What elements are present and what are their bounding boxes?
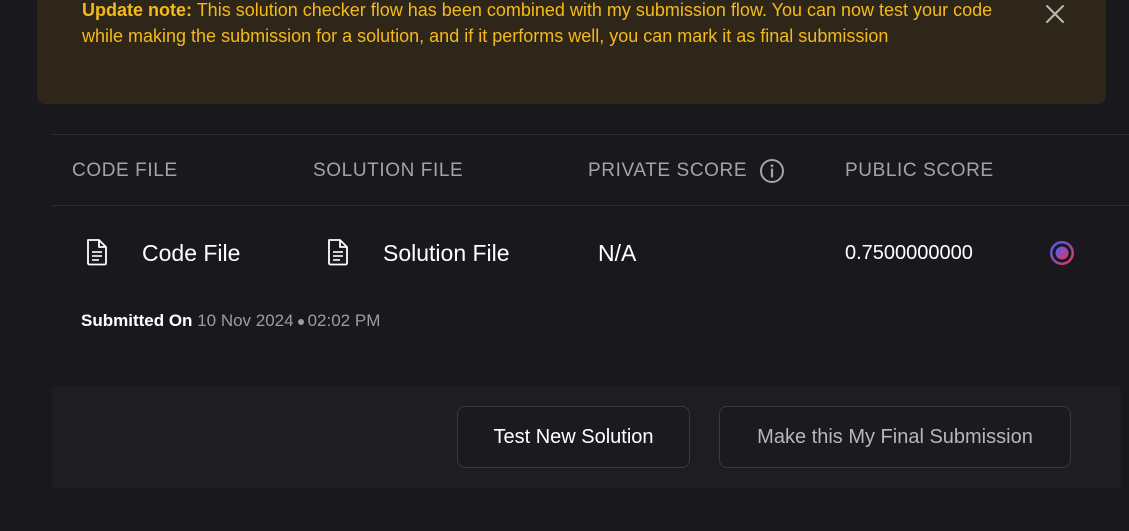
file-icon[interactable]: [324, 237, 352, 267]
submitted-on: Submitted On 10 Nov 2024 02:02 PM: [81, 310, 380, 332]
update-note-message: This solution checker flow has been comb…: [82, 0, 993, 46]
solution-file-link[interactable]: Solution File: [383, 239, 510, 267]
submission-table: CODE FILE SOLUTION FILE PRIVATE SCORE PU…: [52, 134, 1129, 356]
submission-page: Update note: This solution checker flow …: [0, 0, 1129, 531]
info-icon[interactable]: [759, 158, 785, 184]
public-score-value: 0.7500000000: [845, 242, 973, 264]
header-code-file: CODE FILE: [72, 160, 178, 181]
code-file-link[interactable]: Code File: [142, 239, 240, 267]
header-solution-file: SOLUTION FILE: [313, 160, 464, 181]
table-header: CODE FILE SOLUTION FILE PRIVATE SCORE PU…: [52, 134, 1129, 206]
header-public-score: PUBLIC SCORE: [845, 160, 994, 181]
update-note-text: Update note: This solution checker flow …: [82, 0, 1002, 49]
table-row: Code File Solution File N/A 0.7500000000: [52, 206, 1129, 356]
test-new-solution-button[interactable]: Test New Solution: [457, 406, 690, 468]
make-final-submission-button[interactable]: Make this My Final Submission: [719, 406, 1071, 468]
submitted-time: 02:02 PM: [307, 311, 381, 330]
file-icon[interactable]: [83, 237, 111, 267]
private-score-value: N/A: [598, 240, 637, 266]
update-note-label: Update note:: [82, 0, 192, 20]
submitted-on-label: Submitted On: [81, 311, 193, 330]
header-private-score: PRIVATE SCORE: [588, 160, 748, 181]
separator-dot: [297, 318, 304, 325]
close-icon[interactable]: [1041, 0, 1069, 28]
final-select-radio[interactable]: [1048, 239, 1076, 267]
action-footer: Test New Solution Make this My Final Sub…: [52, 386, 1121, 488]
submitted-date: 10 Nov 2024: [197, 311, 294, 330]
update-note-banner: Update note: This solution checker flow …: [37, 0, 1106, 104]
